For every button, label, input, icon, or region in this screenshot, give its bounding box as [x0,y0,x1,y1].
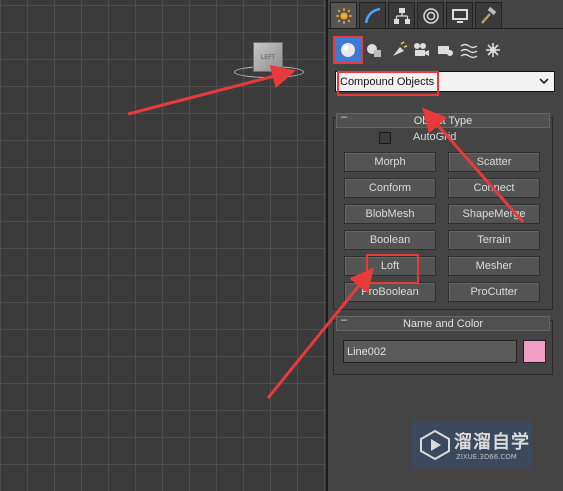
create-tab[interactable] [330,2,357,28]
collapse-icon: – [341,111,348,123]
modify-arc-icon [364,7,380,23]
morph-button[interactable]: Morph [344,152,436,172]
utilities-tab[interactable] [475,2,502,28]
sphere-icon [341,43,355,57]
sun-burst-icon [335,7,352,24]
name-and-color-rollout-header[interactable]: – Name and Color [336,314,550,331]
view-cube[interactable]: LEFT [253,42,283,72]
tab-strip-divider [328,28,563,29]
command-panel: Compound Objects – Object Type AutoGrid … [328,0,563,491]
camera-icon [414,43,429,56]
watermark: 溜溜自学 ZIXUE.3D66.COM [412,422,532,468]
autogrid-label: AutoGrid [413,131,457,143]
motion-tab[interactable] [417,2,444,28]
scatter-button[interactable]: Scatter [448,152,540,172]
blobmesh-button[interactable]: BlobMesh [344,204,436,224]
motion-ring-icon [422,7,439,24]
hierarchy-icon [393,7,410,24]
light-icon [393,41,408,56]
monitor-icon [451,8,468,23]
helpers-category-button[interactable] [432,37,458,63]
shapemerge-button[interactable]: ShapeMerge [448,204,540,224]
boolean-button[interactable]: Boolean [344,230,436,250]
watermark-title: 溜溜自学 [454,432,530,453]
terrain-button[interactable]: Terrain [448,230,540,250]
autogrid-checkbox[interactable] [379,132,391,144]
helper-icon [438,46,453,56]
shapes-category-button[interactable] [361,37,387,63]
display-tab[interactable] [446,2,473,28]
modify-tab[interactable] [359,2,386,28]
object-type-title: Object Type [413,114,473,127]
proboolean-button[interactable]: ProBoolean [344,282,436,302]
view-cube-label: LEFT [260,53,276,61]
shapes-icon [367,44,381,57]
geometry-category-button[interactable] [333,36,363,64]
cameras-category-button[interactable] [408,37,434,63]
collapse-icon: – [341,314,348,326]
space-warps-category-button[interactable] [456,37,482,63]
wave-icon [460,43,478,59]
object-type-rollout-header[interactable]: – Object Type [336,111,550,128]
object-name-field[interactable]: Line002 [343,340,517,363]
mesher-button[interactable]: Mesher [448,256,540,276]
chevron-down-icon [539,78,549,85]
loft-highlight-box [366,254,419,284]
name-and-color-title: Name and Color [402,317,484,330]
object-name-value: Line002 [347,345,387,358]
conform-button[interactable]: Conform [344,178,436,198]
play-logo-icon [420,429,450,461]
hammer-icon [480,6,496,24]
procutter-button[interactable]: ProCutter [448,282,540,302]
connect-button[interactable]: Connect [448,178,540,198]
object-color-swatch[interactable] [523,340,546,363]
dropdown-highlight-box [337,71,439,96]
systems-category-button[interactable] [480,37,506,63]
gear-icon [486,43,500,57]
viewport-left[interactable]: LEFT [0,0,326,491]
watermark-subtitle: ZIXUE.3D66.COM [456,453,517,461]
hierarchy-tab[interactable] [388,2,415,28]
